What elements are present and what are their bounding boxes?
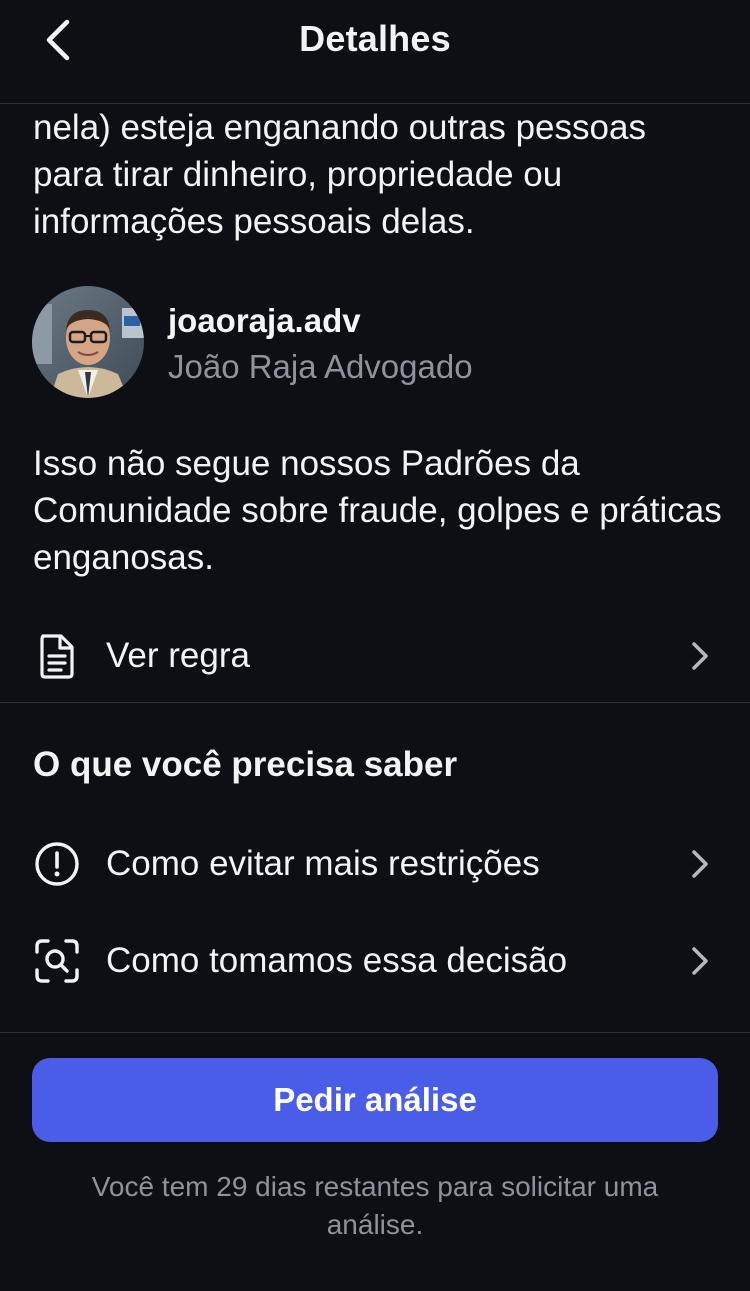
review-deadline-text: Você tem 29 dias restantes para solicita…: [91, 1171, 659, 1240]
decision-process-label: Como tomamos essa decisão: [106, 941, 568, 980]
account-username[interactable]: joaoraja.adv: [168, 302, 361, 340]
lead-text: nela) esteja enganando outras pessoas pa…: [33, 108, 646, 241]
request-review-button[interactable]: Pedir análise: [32, 1058, 718, 1142]
alert-circle-icon: [32, 839, 82, 889]
page-title: Detalhes: [299, 18, 451, 59]
policy-text: Isso não segue nossos Padrões da Comunid…: [33, 444, 722, 577]
view-rule-label: Ver regra: [106, 636, 250, 675]
scan-search-icon: [32, 936, 82, 986]
document-icon: [32, 631, 82, 681]
view-rule-row[interactable]: Ver regra: [0, 616, 750, 696]
section-title: O que você precisa saber: [33, 745, 458, 784]
account-display-name: João Raja Advogado: [168, 348, 473, 385]
divider: [0, 1032, 750, 1033]
account-card: joaoraja.adv João Raja Advogado: [32, 286, 722, 398]
chevron-right-icon: [688, 846, 712, 882]
screen: Detalhes nela) esteja enganando outras p…: [0, 0, 750, 1291]
decision-process-row[interactable]: Como tomamos essa decisão: [0, 921, 750, 1001]
avatar: [32, 286, 144, 398]
avoid-restrictions-row[interactable]: Como evitar mais restrições: [0, 824, 750, 904]
avoid-restrictions-label: Como evitar mais restrições: [106, 844, 540, 883]
divider: [0, 702, 750, 703]
top-bar: Detalhes: [0, 0, 750, 104]
chevron-right-icon: [688, 638, 712, 674]
chevron-right-icon: [688, 943, 712, 979]
